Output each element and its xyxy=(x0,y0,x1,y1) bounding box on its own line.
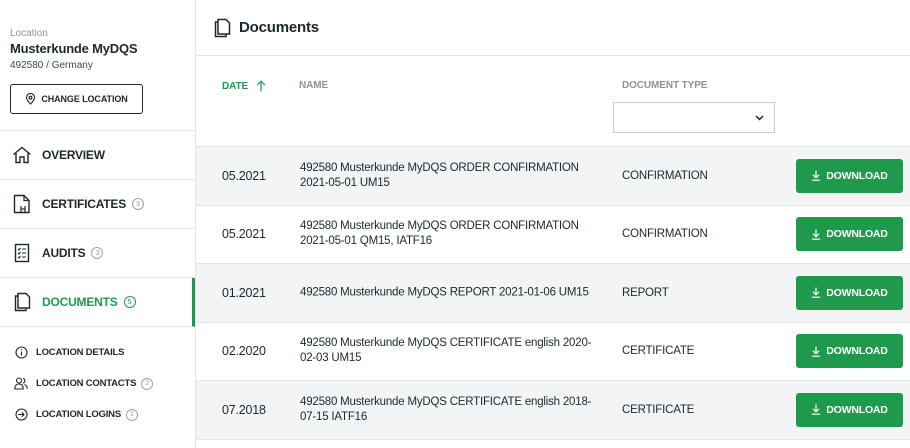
sidebar: Location Musterkunde MyDQS 492580 / Germ… xyxy=(0,0,196,448)
change-location-label: CHANGE LOCATION xyxy=(41,94,128,104)
row-date: 07.2018 xyxy=(222,402,266,417)
table-row: 07.2018 492580 Musterkunde MyDQS CERTIFI… xyxy=(196,381,910,440)
chevron-down-icon xyxy=(755,115,764,121)
download-button[interactable]: DOWNLOAD xyxy=(796,217,903,252)
login-icon xyxy=(14,408,28,422)
download-button[interactable]: DOWNLOAD xyxy=(796,392,903,427)
documents-count-badge: 5 xyxy=(123,296,136,308)
nav-label-certificates: CERTIFICATES xyxy=(42,197,127,211)
nav-label-documents: DOCUMENTS xyxy=(42,295,118,309)
row-name: 492580 Musterkunde MyDQS REPORT 2021-01-… xyxy=(300,286,589,299)
documents-icon xyxy=(11,291,33,313)
home-icon xyxy=(11,144,33,166)
row-date: 05.2021 xyxy=(222,168,266,183)
nav-item-certificates[interactable]: CERTIFICATES 3 xyxy=(0,180,195,229)
download-label: DOWNLOAD xyxy=(826,286,888,299)
column-header-document-type[interactable]: DOCUMENT TYPE xyxy=(622,80,707,91)
subnav-label-location-contacts: LOCATION CONTACTS xyxy=(36,378,137,389)
location-subtitle: 492580 / Germany xyxy=(10,60,93,71)
row-date: 02.2020 xyxy=(222,344,266,359)
row-name: 492580 Musterkunde MyDQS CERTIFICATE eng… xyxy=(300,337,592,365)
main-content: Documents DATE NAME DOCUMENT TYPE 05.202… xyxy=(196,0,910,448)
row-document-type: CERTIFICATE xyxy=(622,403,695,416)
subnav-item-location-details[interactable]: LOCATION DETAILS xyxy=(0,337,195,368)
row-name: 492580 Musterkunde MyDQS ORDER CONFIRMAT… xyxy=(300,161,579,189)
location-subnav: LOCATION DETAILS LOCATION CONTACTS 2 LOC… xyxy=(0,327,195,430)
column-header-date[interactable]: DATE xyxy=(222,80,266,92)
subnav-item-location-contacts[interactable]: LOCATION CONTACTS 2 xyxy=(0,368,195,399)
info-icon xyxy=(14,346,28,360)
table-header: DATE NAME DOCUMENT TYPE xyxy=(196,56,910,147)
row-document-type: CONFIRMATION xyxy=(622,228,708,241)
row-document-type: CONFIRMATION xyxy=(622,169,708,182)
row-name: 492580 Musterkunde MyDQS CERTIFICATE eng… xyxy=(300,395,592,423)
download-icon xyxy=(812,170,821,182)
audits-count-badge: 3 xyxy=(91,247,104,259)
row-document-type: REPORT xyxy=(622,286,669,299)
download-label: DOWNLOAD xyxy=(826,403,888,416)
download-button[interactable]: DOWNLOAD xyxy=(796,334,903,369)
table-row: 05.2021 492580 Musterkunde MyDQS ORDER C… xyxy=(196,205,910,264)
page-title: Documents xyxy=(239,19,319,36)
download-icon xyxy=(812,404,821,416)
column-header-date-label: DATE xyxy=(222,80,249,92)
column-header-name[interactable]: NAME xyxy=(299,80,328,91)
subnav-label-location-logins: LOCATION LOGINS xyxy=(36,409,121,420)
nav-label-overview: OVERVIEW xyxy=(42,148,105,162)
certificate-icon xyxy=(11,193,33,215)
change-location-button[interactable]: CHANGE LOCATION xyxy=(10,84,143,114)
location-caption: Location xyxy=(10,28,48,39)
download-icon xyxy=(812,229,821,240)
page-header: Documents xyxy=(196,0,910,56)
map-pin-icon xyxy=(26,93,36,105)
subnav-item-location-logins[interactable]: LOCATION LOGINS 1 xyxy=(0,399,195,430)
contacts-count-badge: 2 xyxy=(141,377,154,390)
nav-item-audits[interactable]: AUDITS 3 xyxy=(0,229,195,278)
documents-icon xyxy=(214,18,231,38)
table-row: 05.2021 492580 Musterkunde MyDQS ORDER C… xyxy=(196,147,910,206)
row-name: 492580 Musterkunde MyDQS ORDER CONFIRMAT… xyxy=(300,220,579,248)
contacts-icon xyxy=(14,377,28,391)
download-icon xyxy=(812,287,821,299)
row-date: 05.2021 xyxy=(222,227,266,242)
certificates-count-badge: 3 xyxy=(132,198,145,210)
location-name: Musterkunde MyDQS xyxy=(10,41,138,56)
sort-ascending-icon xyxy=(256,80,266,92)
subnav-label-location-details: LOCATION DETAILS xyxy=(36,347,125,358)
nav-item-overview[interactable]: OVERVIEW xyxy=(0,131,195,180)
download-button[interactable]: DOWNLOAD xyxy=(796,158,903,193)
nav-item-documents[interactable]: DOCUMENTS 5 xyxy=(0,278,195,327)
row-date: 01.2021 xyxy=(222,285,266,300)
nav-label-audits: AUDITS xyxy=(42,246,86,260)
download-label: DOWNLOAD xyxy=(826,169,888,182)
download-label: DOWNLOAD xyxy=(826,345,888,358)
download-button[interactable]: DOWNLOAD xyxy=(796,275,903,310)
download-label: DOWNLOAD xyxy=(826,228,888,241)
download-icon xyxy=(812,346,821,357)
row-document-type: CERTIFICATE xyxy=(622,345,695,358)
location-panel: Location Musterkunde MyDQS 492580 / Germ… xyxy=(0,0,195,131)
document-type-filter-select[interactable] xyxy=(613,102,775,133)
table-body: 05.2021 492580 Musterkunde MyDQS ORDER C… xyxy=(196,147,910,440)
table-row: 01.2021 492580 Musterkunde MyDQS REPORT … xyxy=(196,264,910,323)
logins-count-badge: 1 xyxy=(125,408,138,421)
checklist-icon xyxy=(11,242,33,264)
table-row: 02.2020 492580 Musterkunde MyDQS CERTIFI… xyxy=(196,322,910,381)
